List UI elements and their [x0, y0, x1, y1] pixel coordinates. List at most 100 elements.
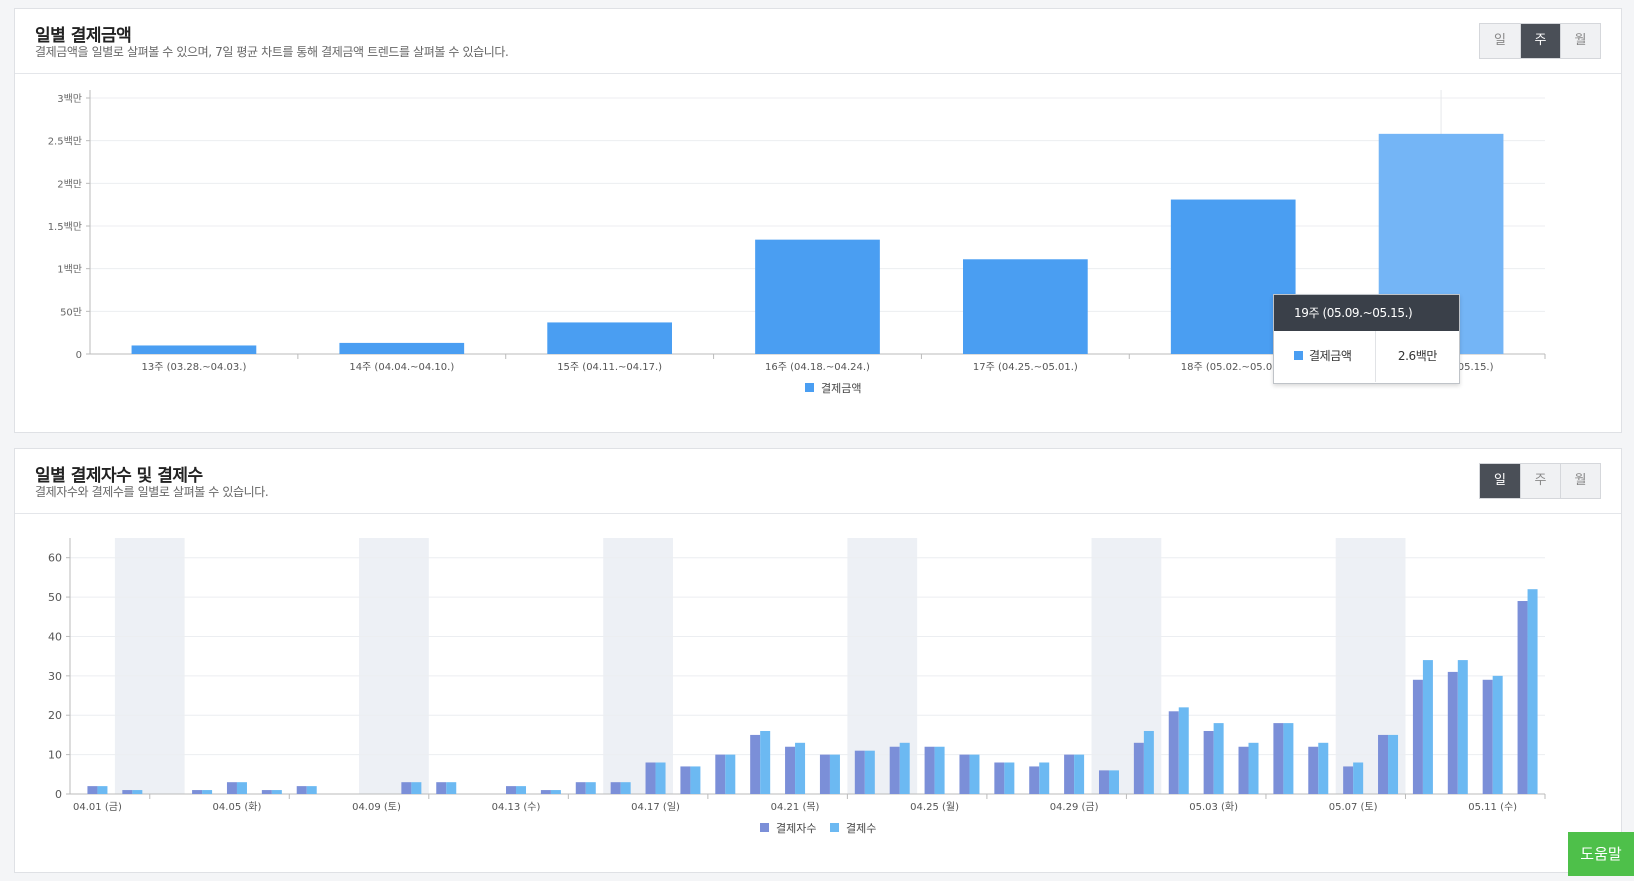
- x-tick-label: 14주 (04.04.~04.10.): [349, 362, 454, 373]
- daily-payers-panel: 일별 결제자수 및 결제수 결제자수와 결제수를 일별로 살펴볼 수 있습니다.…: [14, 448, 1622, 873]
- payers-bar: [1482, 679, 1493, 794]
- payments-bar: [271, 790, 282, 794]
- toggle-day[interactable]: 일: [1480, 24, 1520, 58]
- legend-swatch: [805, 383, 814, 392]
- payments-bar: [1283, 723, 1294, 794]
- legend-swatch: [760, 823, 769, 832]
- y-tick-label: 0: [55, 788, 62, 801]
- toggle-week[interactable]: 주: [1520, 24, 1560, 58]
- payments-bar: [1074, 754, 1085, 794]
- payments-bar: [620, 782, 631, 794]
- payers-bar: [1064, 754, 1075, 794]
- y-tick-label: 10: [48, 749, 62, 762]
- payments-bar: [97, 786, 108, 794]
- payers-bar: [1029, 766, 1040, 794]
- payments-bar: [899, 742, 910, 794]
- chart-tooltip: 19주 (05.09.~05.15.) 결제금액 2.6백만: [1273, 294, 1460, 384]
- panel-header: 일별 결제금액 결제금액을 일별로 살펴볼 수 있으며, 7일 평균 차트를 통…: [15, 9, 1621, 74]
- x-tick-label: 04.29 (금): [1050, 801, 1099, 813]
- toggle-day[interactable]: 일: [1480, 464, 1520, 498]
- y-tick-label: 0: [76, 350, 82, 361]
- payments-bar: [1457, 660, 1468, 794]
- legend-label: 결제금액: [821, 382, 861, 395]
- payers-chart[interactable]: 0 10 20 30 40 50 60 04.01 (금) 04.05 (화) 04.09 (토)…: [15, 514, 1621, 872]
- payers-bar: [1447, 671, 1458, 794]
- payments-bar: [934, 746, 945, 794]
- y-tick-label: 20: [48, 709, 62, 722]
- payments-bar: [236, 782, 247, 794]
- toggle-week[interactable]: 주: [1520, 464, 1560, 498]
- toggle-month[interactable]: 월: [1560, 464, 1600, 498]
- y-tick-label: 1.5백만: [48, 221, 82, 233]
- payers-bar: [680, 766, 691, 794]
- period-toggle[interactable]: 일 주 월: [1479, 23, 1601, 59]
- payers-bar: [645, 762, 656, 794]
- y-tick-label: 3백만: [57, 93, 82, 105]
- payers-bar: [1378, 734, 1389, 794]
- y-tick-label: 2.5백만: [48, 136, 82, 148]
- payments-bar: [1178, 707, 1189, 794]
- legend-swatch: [830, 823, 839, 832]
- x-tick-label: 17주 (04.25.~05.01.): [973, 362, 1078, 373]
- payers-bar: [1308, 746, 1319, 794]
- payers-bar: [959, 754, 970, 794]
- payers-bar: [750, 734, 761, 794]
- x-tick-label: 05.07 (토): [1329, 802, 1378, 813]
- tooltip-value: 2.6백만: [1397, 349, 1438, 363]
- payments-bar: [1108, 770, 1119, 794]
- payers-bar: [226, 782, 237, 794]
- payers-bar: [192, 790, 203, 794]
- payers-bar: [122, 790, 133, 794]
- x-tick-label: 04.25 (월): [910, 801, 959, 813]
- tooltip-swatch: [1294, 351, 1303, 360]
- payments-bar: [760, 730, 771, 794]
- payments-bar: [1143, 730, 1154, 794]
- x-tick-label: 04.13 (수): [492, 801, 541, 813]
- y-tick-label: 1백만: [57, 264, 82, 276]
- payments-bar: [1492, 675, 1503, 794]
- payments-bar: [969, 754, 980, 794]
- payments-bar: [132, 790, 143, 794]
- payments-bar: [829, 754, 840, 794]
- period-toggle[interactable]: 일 주 월: [1479, 463, 1601, 499]
- payments-bar: [655, 762, 666, 794]
- payers-bar: [1517, 601, 1528, 794]
- payments-bar: [516, 786, 527, 794]
- payments-bar: [1353, 762, 1364, 794]
- legend-label: 결제자수: [776, 822, 816, 835]
- payers-bar: [1238, 746, 1249, 794]
- payments-bar: [1248, 742, 1259, 794]
- panel-header: 일별 결제자수 및 결제수 결제자수와 결제수를 일별로 살펴볼 수 있습니다.…: [15, 449, 1621, 514]
- payments-bar: [1213, 723, 1224, 794]
- x-tick-label: 18주 (05.02.~05.08.): [1181, 362, 1286, 373]
- payments-bar: [585, 782, 596, 794]
- x-tick-label: 04.01 (금): [73, 801, 122, 813]
- payers-bar: [715, 754, 726, 794]
- payments-bar: [864, 750, 875, 794]
- payers-bar: [575, 782, 586, 794]
- x-tick-label: 16주 (04.18.~04.24.): [765, 362, 870, 373]
- payments-bar: [690, 766, 701, 794]
- payers-bar: [401, 782, 412, 794]
- payments-bar: [411, 782, 422, 794]
- payers-bar: [506, 786, 517, 794]
- payers-bar: [540, 790, 551, 794]
- payers-bar: [1203, 730, 1214, 794]
- payers-bar: [1412, 679, 1423, 794]
- toggle-month[interactable]: 월: [1560, 24, 1600, 58]
- y-tick-label: 50: [48, 591, 62, 604]
- panel-subtitle: 결제금액을 일별로 살펴볼 수 있으며, 7일 평균 차트를 통해 결제금액 트…: [35, 45, 509, 59]
- y-tick-label: 2백만: [57, 178, 82, 190]
- payers-bar: [261, 790, 272, 794]
- y-tick-label: 60: [48, 552, 62, 565]
- payments-bar: [446, 782, 457, 794]
- x-tick-label: 04.09 (토): [352, 802, 401, 813]
- payers-bar: [819, 754, 830, 794]
- payers-bar: [610, 782, 621, 794]
- y-tick-label: 30: [48, 670, 62, 683]
- payments-bar: [306, 786, 317, 794]
- x-tick-label: 15주 (04.11.~04.17.): [557, 362, 662, 373]
- help-button[interactable]: 도움말: [1568, 832, 1634, 876]
- payments-bar: [795, 742, 806, 794]
- payments-bar: [202, 790, 213, 794]
